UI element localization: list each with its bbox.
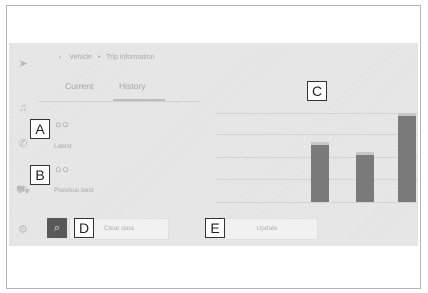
back-chevron-icon[interactable]: ‹	[59, 54, 61, 61]
callout-e: E	[205, 218, 225, 238]
tab-divider	[39, 101, 199, 102]
chart-bar	[356, 152, 374, 202]
breadcrumb-current: Trip information	[106, 54, 155, 61]
search-button[interactable]: ⌕	[47, 218, 67, 238]
phone-icon[interactable]: ✆	[16, 137, 30, 151]
chart-bar-cap	[356, 152, 374, 155]
breadcrumb-separator: •	[97, 54, 101, 61]
music-icon[interactable]: ♫	[16, 101, 30, 115]
breadcrumb-parent[interactable]: Vehicle	[69, 54, 92, 61]
settings-icon[interactable]: ⚙	[16, 223, 30, 237]
chart-bar	[398, 113, 416, 202]
chart-gridline	[216, 134, 418, 135]
trip-information-screen: ➤ ♫ ✆ ⛟ ⚙ ‹ Vehicle • Trip information C…	[9, 43, 418, 246]
search-icon: ⌕	[53, 222, 61, 234]
previous-best-label: Previous best	[54, 187, 94, 194]
latest-label: Latest	[54, 143, 72, 150]
breadcrumb: ‹ Vehicle • Trip information	[59, 54, 154, 61]
update-button[interactable]: Update	[216, 218, 318, 240]
latest-value: ○○	[55, 119, 70, 131]
chart-bar-cap	[398, 113, 416, 116]
callout-d: D	[74, 218, 94, 238]
navigation-icon[interactable]: ➤	[16, 57, 30, 71]
chart-bar-cap	[311, 142, 329, 145]
side-menu: ➤ ♫ ✆ ⛟ ⚙	[9, 43, 39, 246]
tab-current[interactable]: Current	[65, 81, 93, 91]
callout-c: C	[307, 81, 327, 101]
car-icon[interactable]: ⛟	[16, 183, 30, 197]
tab-history[interactable]: History	[119, 81, 145, 91]
chart-gridline	[216, 113, 418, 114]
previous-best-value: ○○	[55, 164, 70, 176]
chart-baseline	[216, 202, 418, 203]
callout-b: B	[30, 165, 50, 185]
chart-bar	[311, 142, 329, 202]
callout-a: A	[30, 119, 50, 139]
